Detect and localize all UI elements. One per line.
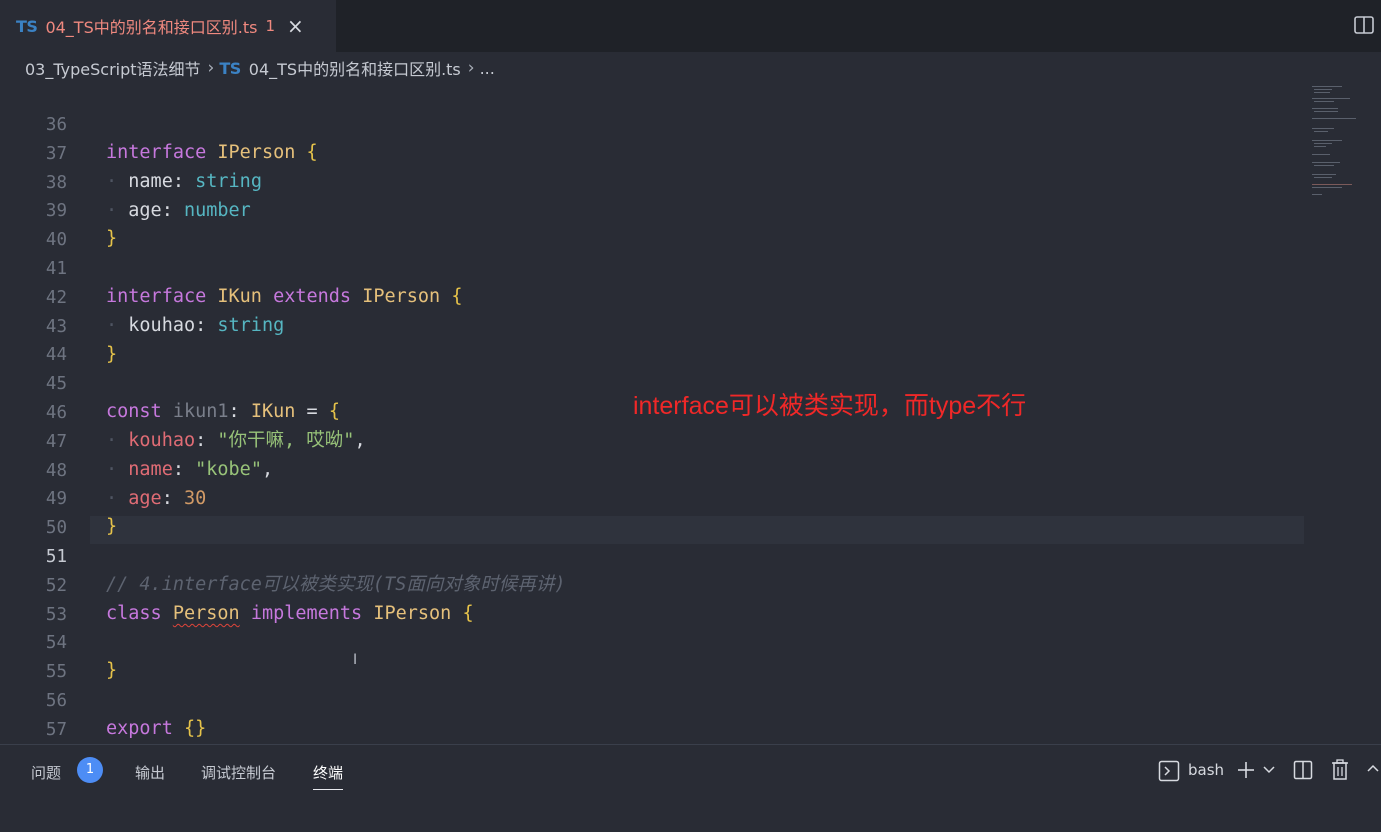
code-line: 58 xyxy=(0,716,67,768)
code-line: 47 · name: "kobe", xyxy=(0,400,273,480)
red-annotation-text: interface可以被类实现，而type不行 xyxy=(633,392,1027,420)
code-text: · name: "kobe", xyxy=(106,459,274,480)
code-text: } xyxy=(106,344,118,365)
trash-icon[interactable] xyxy=(1330,759,1350,781)
code-line: 38 · age: number xyxy=(0,141,251,221)
code-line-current: 51 // 4.interface可以被类实现(TS面向对象时候再讲) xyxy=(0,515,566,595)
code-line: 55 xyxy=(0,630,67,682)
current-line-highlight xyxy=(90,516,1304,544)
code-line: 56 export {} xyxy=(0,659,206,739)
editor-tab-bar: TS 04_TS中的别名和接口区别.ts 1 × xyxy=(0,0,1381,52)
breadcrumb-folder[interactable]: 03_TypeScript语法细节 xyxy=(25,56,201,80)
code-line: 42 · kouhao: string xyxy=(0,256,284,336)
code-line: 36 interface IPerson { xyxy=(0,83,318,163)
tab-output[interactable]: 输出 xyxy=(135,762,165,783)
code-line: 50 xyxy=(0,486,67,538)
close-icon[interactable]: × xyxy=(287,14,304,38)
tab-problem-count: 1 xyxy=(265,17,275,35)
problems-count-badge: 1 xyxy=(77,757,103,783)
typescript-file-icon: TS xyxy=(219,58,241,78)
code-text: · age: 30 xyxy=(106,488,207,509)
tab-file-name: 04_TS中的别名和接口区别.ts xyxy=(45,18,258,37)
breadcrumb: 03_TypeScript语法细节 › TS 04_TS中的别名和接口区别.ts… xyxy=(0,52,1381,84)
code-text: } xyxy=(106,228,118,249)
code-editor[interactable]: 36 interface IPerson { 37 · name: string… xyxy=(0,83,1381,768)
code-text: · age: number xyxy=(106,200,251,221)
code-text: · kouhao: string xyxy=(106,315,285,336)
split-editor-icon[interactable] xyxy=(1353,14,1375,36)
code-line: 53 xyxy=(0,573,67,625)
chevron-down-icon[interactable] xyxy=(1262,764,1276,776)
mouse-cursor-icon: I xyxy=(353,652,358,668)
chevron-right-icon: › xyxy=(467,58,475,78)
code-text: class Person implements IPerson { xyxy=(106,603,474,624)
code-text: · name: string xyxy=(106,171,262,192)
typescript-file-icon: TS xyxy=(16,16,38,36)
code-line: 48 · age: 30 xyxy=(0,429,206,509)
code-text: const ikun1: IKun = { xyxy=(106,401,340,422)
code-line: 54 } xyxy=(0,601,117,681)
code-line: 57 xyxy=(0,688,67,740)
code-line: 49 } xyxy=(0,457,117,537)
split-terminal-icon[interactable] xyxy=(1293,760,1313,780)
minimap[interactable] xyxy=(1310,84,1366,204)
code-line: 52 class Person implements IPerson { xyxy=(0,544,474,624)
code-text: interface IKun extends IPerson { xyxy=(106,286,463,307)
bottom-panel: 问题 1 输出 调试控制台 终端 bash xyxy=(0,744,1381,832)
chevron-right-icon: › xyxy=(207,58,215,78)
terminal-name[interactable]: bash xyxy=(1188,761,1224,779)
code-line: 43 } xyxy=(0,285,117,365)
code-line: 37 · name: string xyxy=(0,112,262,192)
code-line: 39 } xyxy=(0,169,117,249)
code-comment: // 4.interface可以被类实现(TS面向对象时候再讲) xyxy=(106,574,566,595)
tab-debug-console[interactable]: 调试控制台 xyxy=(201,762,276,783)
plus-icon[interactable] xyxy=(1236,760,1256,780)
tab-terminal[interactable]: 终端 xyxy=(313,762,344,790)
code-line: 40 xyxy=(0,198,67,250)
code-text: } xyxy=(106,516,118,537)
code-line: 46 · kouhao: "你干嘛, 哎呦", xyxy=(0,371,366,451)
tab-problems[interactable]: 问题 xyxy=(31,762,61,783)
code-line: 44 xyxy=(0,313,67,365)
code-text: · kouhao: "你干嘛, 哎呦", xyxy=(106,430,366,451)
terminal-icon xyxy=(1158,760,1180,782)
code-text: export {} xyxy=(106,718,207,739)
breadcrumb-file[interactable]: 04_TS中的别名和接口区别.ts xyxy=(249,56,461,80)
code-text: } xyxy=(106,660,118,681)
code-line: 41 interface IKun extends IPerson { xyxy=(0,227,463,307)
code-text: interface IPerson { xyxy=(106,142,318,163)
code-line: 45 const ikun1: IKun = { xyxy=(0,342,340,422)
breadcrumb-more[interactable]: ... xyxy=(480,59,495,78)
editor-tab-active[interactable]: TS 04_TS中的别名和接口区别.ts 1 × xyxy=(0,0,336,52)
chevron-up-icon[interactable] xyxy=(1366,762,1380,774)
